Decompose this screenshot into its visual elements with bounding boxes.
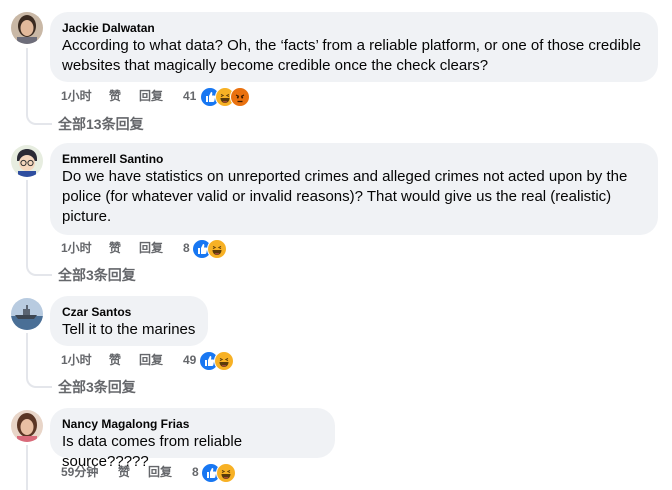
- avatar[interactable]: [11, 298, 43, 330]
- comment-text-line: websites that magically become credible …: [62, 57, 489, 74]
- avatar[interactable]: [11, 410, 43, 442]
- reply-button[interactable]: 回复: [139, 86, 163, 106]
- comment-actions: 59分钟 赞 回复 8: [61, 462, 261, 483]
- reply-button[interactable]: 回复: [148, 462, 172, 482]
- comment-author[interactable]: Jackie Dalwatan: [62, 20, 646, 36]
- avatar[interactable]: [11, 145, 43, 177]
- thread-line: [26, 445, 28, 490]
- reaction-count: 49: [183, 353, 197, 367]
- comment-author[interactable]: Nancy Magalong Frias: [62, 416, 323, 432]
- comment-thread: Jackie Dalwatan According to what data? …: [0, 0, 672, 490]
- timestamp[interactable]: 1小时: [61, 238, 92, 258]
- timestamp[interactable]: 1小时: [61, 86, 92, 106]
- comment-bubble: Jackie Dalwatan According to what data? …: [50, 12, 658, 82]
- view-replies-link[interactable]: 全部13条回复: [58, 114, 144, 134]
- comment-text-line: Do we have statistics on unreported crim…: [62, 168, 628, 185]
- thread-line: [26, 48, 28, 112]
- view-replies-link[interactable]: 全部3条回复: [58, 265, 136, 285]
- comment-bubble: Emmerell Santino Do we have statistics o…: [50, 143, 658, 235]
- timestamp[interactable]: 1小时: [61, 350, 92, 370]
- haha-icon: [214, 351, 234, 371]
- thread-curve: [26, 108, 52, 125]
- reaction-count: 41: [183, 89, 197, 103]
- like-button[interactable]: 赞: [118, 462, 130, 482]
- reaction-count: 8: [183, 241, 190, 255]
- timestamp[interactable]: 59分钟: [61, 462, 98, 482]
- like-button[interactable]: 赞: [109, 86, 121, 106]
- comment-text-line: picture.: [62, 208, 112, 225]
- comment-text-line: police (for whatever valid or invalid re…: [62, 188, 612, 205]
- view-replies-link[interactable]: 全部3条回复: [58, 377, 136, 397]
- haha-icon: [216, 463, 236, 483]
- avatar[interactable]: [11, 12, 43, 44]
- comment-text-line: According to what data? Oh, the ‘facts’ …: [62, 37, 641, 54]
- reply-button[interactable]: 回复: [139, 238, 163, 258]
- comment-author[interactable]: Emmerell Santino: [62, 151, 646, 167]
- comment-actions: 1小时 赞 回复 8: [61, 238, 261, 259]
- like-button[interactable]: 赞: [109, 238, 121, 258]
- thread-curve: [26, 260, 52, 276]
- thread-line: [26, 333, 28, 377]
- haha-icon: [207, 239, 227, 259]
- like-button[interactable]: 赞: [109, 350, 121, 370]
- comment-actions: 1小时 赞 回复 41: [61, 86, 261, 107]
- thread-curve: [26, 372, 52, 388]
- comment-actions: 1小时 赞 回复 49: [61, 350, 261, 371]
- comment-text-line: Tell it to the marines: [62, 321, 196, 338]
- comment-author[interactable]: Czar Santos: [62, 304, 196, 320]
- comment-bubble: Nancy Magalong Frias Is data comes from …: [50, 408, 335, 470]
- reaction-count: 8: [192, 465, 199, 479]
- comment-bubble: Czar Santos Tell it to the marines: [50, 296, 208, 346]
- angry-icon: [230, 87, 250, 107]
- thread-line: [26, 180, 28, 264]
- reply-button[interactable]: 回复: [139, 350, 163, 370]
